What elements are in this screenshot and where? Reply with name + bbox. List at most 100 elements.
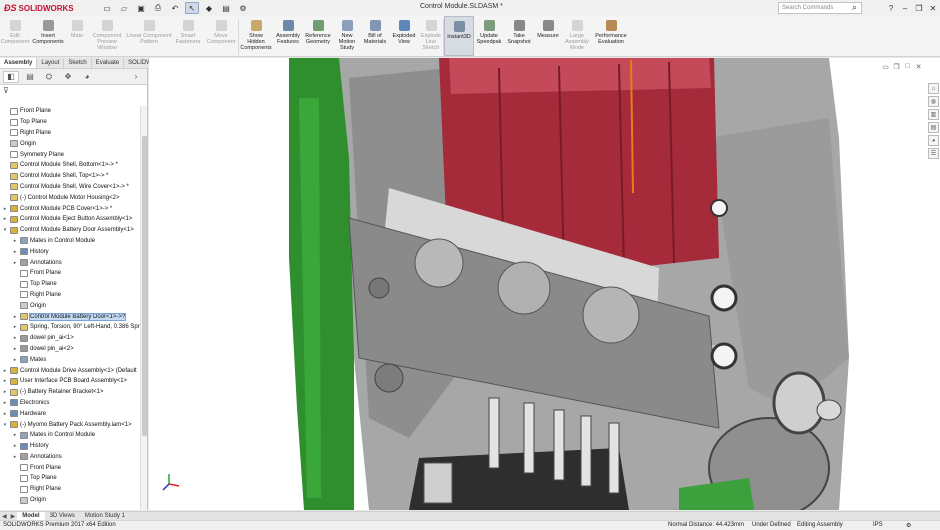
design-library-icon[interactable]: ▥ [928,109,939,120]
tree-item[interactable]: Front Plane [0,106,140,117]
tree-item[interactable]: Top Plane [0,279,140,290]
ribbon-update-speedpak-button[interactable]: Update Speedpak [474,16,504,56]
tree-item[interactable]: Right Plane [0,290,140,301]
tree-item[interactable]: Top Plane [0,117,140,128]
expand-arrow-icon[interactable]: ▸ [12,454,18,460]
custom-properties-icon[interactable]: ☰ [928,148,939,159]
ribbon-edit-component-button[interactable]: Edit Component [0,16,30,56]
viewport-close-icon[interactable]: ✕ [913,62,924,71]
ribbon-new-motion-study-button[interactable]: New Motion Study [333,16,361,56]
property-manager-tab-icon[interactable]: ▤ [22,71,38,83]
ribbon-insert-components-button[interactable]: Insert Components [30,16,66,56]
home-icon[interactable]: ⌂ [928,83,939,94]
expand-arrow-icon[interactable]: ▸ [12,324,18,330]
tree-item[interactable]: ▸ dowel pin_ai<2> [0,344,140,355]
tree-item[interactable]: ▸ Annotations [0,257,140,268]
expand-arrow-icon[interactable]: ▸ [2,400,8,406]
expand-arrow-icon[interactable]: ▸ [12,314,18,320]
tree-item[interactable]: ▸ User Interface PCB Board Assembly<1> [0,376,140,387]
tree-item[interactable]: Control Module Shell, Top<1>-> * [0,171,140,182]
tree-item[interactable]: ▸ Annotations [0,452,140,463]
tree-item[interactable]: Right Plane [0,484,140,495]
tab-evaluate[interactable]: Evaluate [92,58,125,68]
open-folder-icon[interactable]: ▱ [117,2,131,14]
ribbon-smart-fasteners-button[interactable]: Smart Fasteners [172,16,204,56]
tree-item[interactable]: Control Module Shell, Bottom<1>-> * [0,160,140,171]
tab-scroll-left-icon[interactable]: ◀ [2,513,7,520]
expand-arrow-icon[interactable]: ▸ [12,335,18,341]
expand-arrow-icon[interactable]: ▸ [2,389,8,395]
ribbon-exploded-view-button[interactable]: Exploded View [389,16,419,56]
help-icon[interactable]: ? [884,0,898,16]
ribbon-large-assembly-mode-button[interactable]: Large Assembly Mode [562,16,592,56]
tree-item[interactable]: ▸ Control Module PCB Cover<1>-> * [0,203,140,214]
tree-item[interactable]: Symmetry Plane [0,149,140,160]
expand-arrow-icon[interactable]: ▸ [12,443,18,449]
ribbon-show-hidden-components-button[interactable]: Show Hidden Components [239,16,273,56]
expand-arrow-icon[interactable]: ▸ [2,378,8,384]
tree-item[interactable]: ▸ Control Module Battery Door<1>->? [0,311,140,322]
tab-layout[interactable]: Layout [37,58,65,68]
units-selector[interactable]: IPS [873,522,883,528]
tree-item[interactable]: Right Plane [0,128,140,139]
search-icon[interactable]: ⌕ [852,2,857,13]
tree-item[interactable]: ▾ Control Module Battery Door Assembly<1> [0,225,140,236]
restore-icon[interactable]: ❐ [912,0,926,16]
ribbon-component-preview-window-button[interactable]: Component Preview Window [88,16,126,56]
ribbon-mate-button[interactable]: Mate [66,16,88,56]
filter-icon[interactable]: ⊽ [0,85,147,96]
rebuild-icon[interactable]: ◆ [202,2,216,14]
dimxpert-tab-icon[interactable]: ✥ [60,71,76,83]
expand-arrow-icon[interactable]: ▸ [12,346,18,352]
tree-item[interactable]: ▸ Mates [0,354,140,365]
tree-item[interactable]: ▸ History [0,246,140,257]
undo-icon[interactable]: ↶ [168,2,182,14]
minimize-icon[interactable]: – [898,0,912,16]
tree-item[interactable]: ▾ (-) Myomo Battery Pack Assembly.iam<1> [0,419,140,430]
tree-item[interactable]: Origin [0,138,140,149]
tile-icon[interactable]: ▭ [880,62,891,71]
tab-sketch[interactable]: Sketch [64,58,92,68]
ribbon-move-component-button[interactable]: Move Component [204,16,238,56]
feature-tree-tab-icon[interactable]: ◧ [3,70,19,83]
file-properties-icon[interactable]: ▤ [219,2,233,14]
ribbon-measure-button[interactable]: Measure [534,16,562,56]
expand-arrow-icon[interactable]: ▸ [12,249,18,255]
close-icon[interactable]: ✕ [926,0,940,16]
tree-item[interactable]: Front Plane [0,462,140,473]
print-icon[interactable]: ⎙ [151,2,165,14]
viewport-maximize-icon[interactable]: □ [902,62,913,71]
ribbon-linear-component-pattern-button[interactable]: Linear Component Pattern [126,16,172,56]
select-cursor-icon[interactable]: ↖ [185,2,199,14]
tree-item[interactable]: ▸ dowel pin_ai<1> [0,333,140,344]
tree-item[interactable]: Origin [0,495,140,506]
configuration-manager-tab-icon[interactable]: ⛭ [41,71,57,83]
expand-arrow-icon[interactable]: ▸ [12,238,18,244]
ribbon-assembly-features-button[interactable]: Assembly Features [273,16,303,56]
graphics-area[interactable]: ▭ ❐ □ ✕ ⌂ ◍ ▥ ▤ ◕ ☰ [149,58,940,510]
tab-assembly[interactable]: Assembly [0,58,38,68]
tree-item[interactable]: Control Module Shell, Wire Cover<1>-> * [0,182,140,193]
expand-arrow-icon[interactable]: ▸ [2,206,8,212]
appearances-icon[interactable]: ◕ [928,135,939,146]
ribbon-explode-line-sketch-button[interactable]: Explode Line Sketch [419,16,443,56]
scrollbar-thumb[interactable] [142,136,147,436]
assembly-model-render[interactable] [149,58,940,510]
tree-item[interactable]: ▸ History [0,441,140,452]
tree-item[interactable]: ▸ Control Module Drive Assembly<1> (Defau… [0,365,140,376]
feature-tree-scrollbar[interactable] [140,106,147,510]
ribbon-bill-of-materials-button[interactable]: Bill of Materials [361,16,389,56]
expand-arrow-icon[interactable]: ▸ [2,216,8,222]
ribbon-reference-geometry-button[interactable]: Reference Geometry [303,16,333,56]
display-manager-tab-icon[interactable]: ◕ [79,71,95,83]
tree-item[interactable]: ▸ Control Module Eject Button Assembly<1> [0,214,140,225]
expand-arrow-icon[interactable]: ▸ [2,368,8,374]
tree-item[interactable]: (-) Control Module Motor Housing<2> [0,192,140,203]
tree-item[interactable]: ▸ Mates in Control Module [0,430,140,441]
new-document-icon[interactable]: ▭ [100,2,114,14]
tree-item[interactable]: ▸ Mates in Control Module [0,236,140,247]
tree-item[interactable]: Origin [0,300,140,311]
expand-arrow-icon[interactable]: ▾ [2,227,8,233]
expand-arrow-icon[interactable]: ▸ [12,260,18,266]
ribbon-take-snapshot-button[interactable]: Take Snapshot [504,16,534,56]
